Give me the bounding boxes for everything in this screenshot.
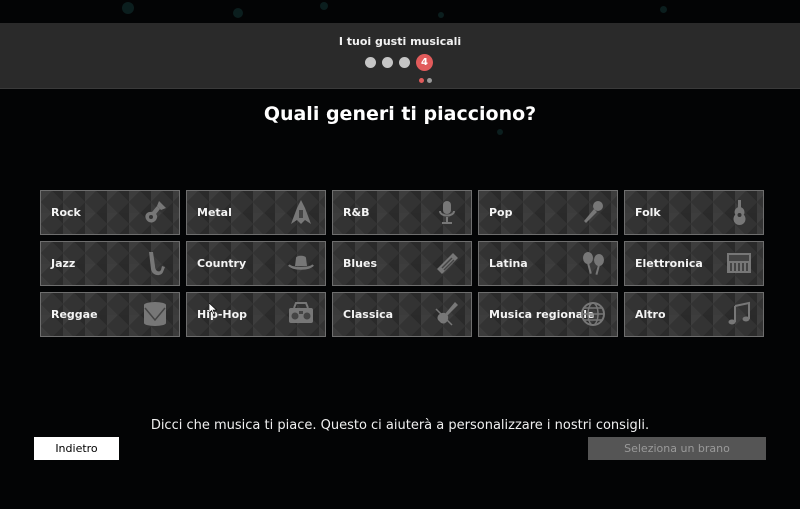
genre-label: Jazz [51, 257, 76, 270]
acoustic-guitar-icon [725, 198, 753, 226]
back-button[interactable]: Indietro [34, 437, 119, 460]
drum-icon [141, 300, 169, 328]
page-title: Quali generi ti piacciono? [263, 103, 537, 125]
studio-microphone-icon [433, 198, 461, 226]
music-notes-icon [725, 300, 753, 328]
genre-tile-musica-regionale[interactable]: Musica regionale [478, 292, 618, 337]
genre-tile-folk[interactable]: Folk [624, 190, 764, 235]
maracas-icon [579, 249, 607, 277]
genre-label: R&B [343, 206, 370, 219]
genre-label: Reggae [51, 308, 98, 321]
genre-label: Country [197, 257, 247, 270]
electric-guitar-icon [141, 198, 169, 226]
step-dot-3 [399, 57, 410, 68]
background-particle [497, 129, 503, 135]
background-particle [122, 2, 134, 14]
substep-dot [427, 78, 432, 83]
genre-tile-pop[interactable]: Pop [478, 190, 618, 235]
metal-guitar-icon [287, 198, 315, 226]
substep-dot-active [419, 78, 424, 83]
genre-tile-elettronica[interactable]: Elettronica [624, 241, 764, 286]
genre-tile-rock[interactable]: Rock [40, 190, 180, 235]
genre-tile-country[interactable]: Country [186, 241, 326, 286]
background-particle [660, 6, 667, 13]
background-particle [438, 12, 444, 18]
harmonica-icon [433, 249, 461, 277]
background-particle [233, 8, 243, 18]
genre-tile-classica[interactable]: Classica [332, 292, 472, 337]
step-indicator: 4 [365, 54, 435, 83]
genre-tile-hip-hop[interactable]: Hip-Hop [186, 292, 326, 337]
genre-tile-altro[interactable]: Altro [624, 292, 764, 337]
genre-tile-blues[interactable]: Blues [332, 241, 472, 286]
step-dot-1 [365, 57, 376, 68]
genre-label: Rock [51, 206, 81, 219]
cowboy-hat-icon [287, 249, 315, 277]
violin-icon [433, 300, 461, 328]
genre-label: Blues [343, 257, 377, 270]
synthesizer-icon [725, 249, 753, 277]
genre-label: Folk [635, 206, 661, 219]
genre-label: Latina [489, 257, 528, 270]
genre-tile-jazz[interactable]: Jazz [40, 241, 180, 286]
genre-label: Hip-Hop [197, 308, 248, 321]
genre-label: Elettronica [635, 257, 703, 270]
info-text: Dicci che musica ti piace. Questo ci aiu… [150, 418, 650, 433]
onboarding-header: I tuoi gusti musicali 4 [0, 23, 800, 89]
genre-label: Altro [635, 308, 666, 321]
genre-label: Classica [343, 308, 394, 321]
step-dot-2 [382, 57, 393, 68]
genre-tile-reggae[interactable]: Reggae [40, 292, 180, 337]
step-current-badge: 4 [416, 54, 433, 71]
genre-tile-latina[interactable]: Latina [478, 241, 618, 286]
boombox-icon [287, 300, 315, 328]
select-track-button[interactable]: Seleziona un brano [588, 437, 766, 460]
globe-icon [579, 300, 607, 328]
genre-tile-r-b[interactable]: R&B [332, 190, 472, 235]
mouse-cursor-icon [209, 303, 217, 315]
background-particle [320, 2, 328, 10]
genre-tile-metal[interactable]: Metal [186, 190, 326, 235]
handheld-microphone-icon [579, 198, 607, 226]
header-title: I tuoi gusti musicali [338, 35, 462, 48]
saxophone-icon [141, 249, 169, 277]
genre-label: Metal [197, 206, 232, 219]
genre-label: Pop [489, 206, 513, 219]
